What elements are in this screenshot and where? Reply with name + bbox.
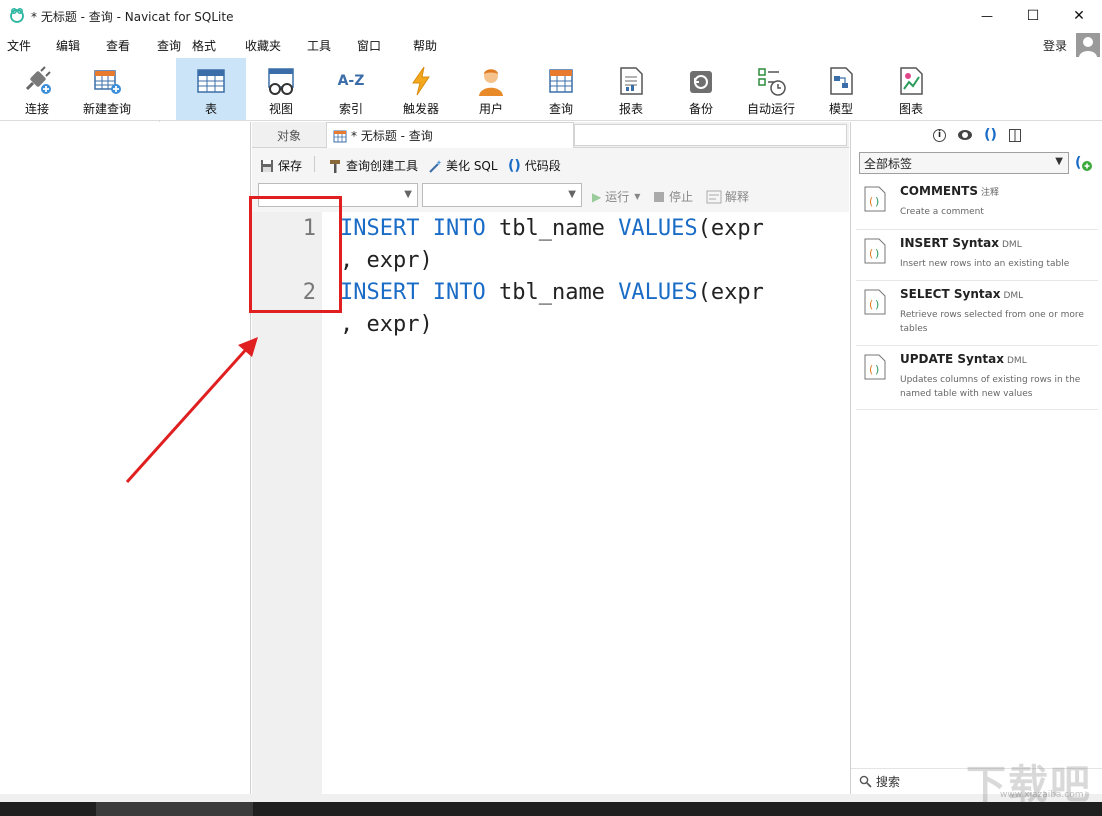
watermark-logo: 下载吧 bbox=[966, 762, 1092, 808]
watermark-url: www.xiazaiba.com bbox=[1000, 790, 1084, 800]
annotation-arrow bbox=[125, 337, 258, 484]
